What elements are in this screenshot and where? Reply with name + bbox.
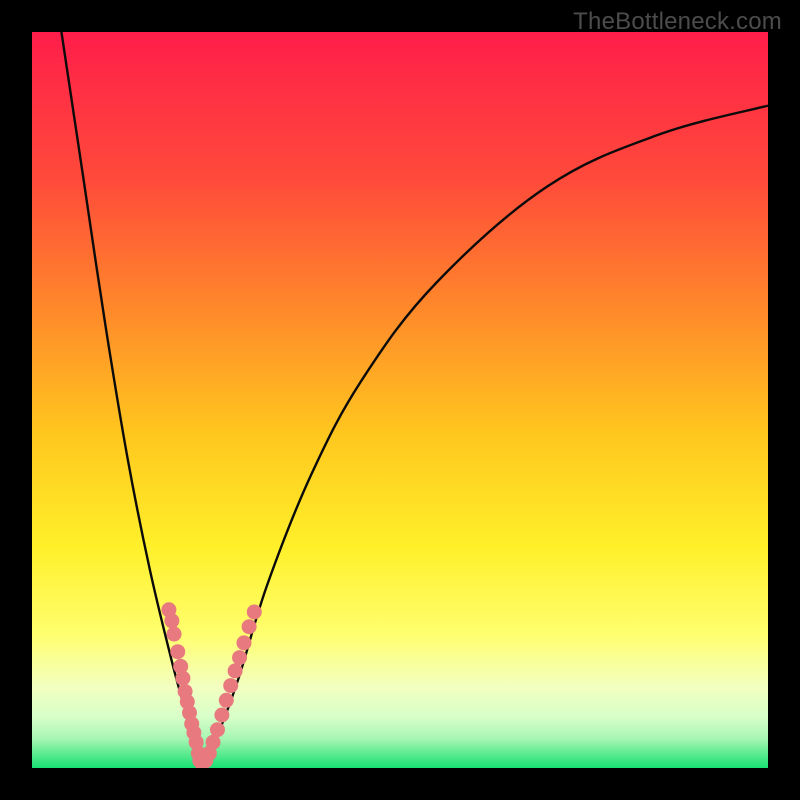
data-marker: [164, 613, 179, 628]
data-marker: [236, 635, 251, 650]
data-marker: [228, 663, 243, 678]
data-marker: [232, 650, 247, 665]
data-marker: [214, 708, 229, 723]
data-marker: [210, 722, 225, 737]
data-marker: [167, 627, 182, 642]
attribution-text: TheBottleneck.com: [573, 8, 782, 36]
chart-frame: TheBottleneck.com: [0, 0, 800, 800]
curve-layer: [32, 32, 768, 768]
right-branch-curve: [200, 106, 768, 768]
data-marker: [223, 678, 238, 693]
data-marker: [242, 619, 257, 634]
data-marker: [219, 693, 234, 708]
plot-area: [32, 32, 768, 768]
data-marker: [170, 644, 185, 659]
data-marker: [247, 604, 262, 619]
marker-group: [161, 602, 261, 768]
data-marker: [175, 671, 190, 686]
